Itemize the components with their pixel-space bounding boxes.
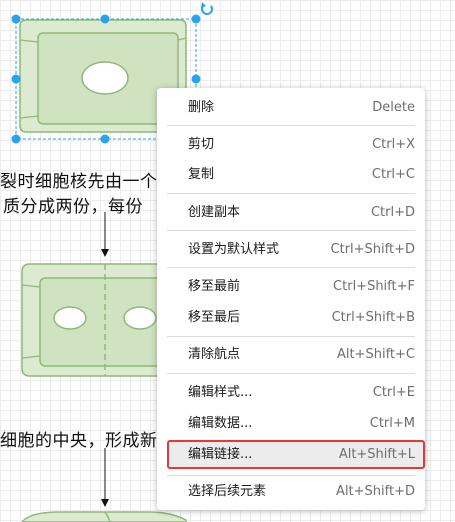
menu-item-bring-to-front[interactable]: 移至最前 Ctrl+Shift+F	[157, 273, 425, 300]
menu-item-clear-waypoints[interactable]: 清除航点 Alt+Shift+C	[157, 341, 425, 368]
menu-item-label: 剪切	[188, 137, 215, 152]
menu-item-label: 选择后续元素	[188, 484, 267, 499]
menu-item-label: 清除航点	[188, 347, 241, 362]
menu-item-shortcut: Ctrl+M	[369, 416, 415, 431]
menu-item-copy[interactable]: 复制 Ctrl+C	[157, 161, 425, 188]
caption-text-2: 质分成两份，每份	[3, 197, 143, 217]
menu-item-send-to-back[interactable]: 移至最后 Ctrl+Shift+B	[157, 304, 425, 331]
menu-item-shortcut: Ctrl+D	[370, 205, 415, 220]
menu-item-label: 编辑数据...	[188, 416, 253, 431]
menu-separator	[167, 230, 415, 231]
context-menu: 删除 Delete 剪切 Ctrl+X 复制 Ctrl+C 创建副本 Ctrl+…	[157, 88, 425, 510]
caption-text-3: 细胞的中央，形成新	[0, 431, 158, 451]
menu-separator	[167, 193, 415, 194]
menu-item-select-successors[interactable]: 选择后续元素 Alt+Shift+D	[157, 478, 425, 505]
menu-item-label: 编辑样式...	[188, 385, 253, 400]
menu-item-set-default-style[interactable]: 设置为默认样式 Ctrl+Shift+D	[157, 236, 425, 263]
menu-separator	[167, 475, 415, 476]
menu-item-shortcut: Alt+Shift+C	[336, 347, 415, 362]
menu-item-shortcut: Ctrl+Shift+F	[333, 279, 415, 294]
menu-separator	[167, 373, 415, 374]
menu-item-shortcut: Alt+Shift+D	[336, 484, 415, 499]
menu-item-label: 移至最前	[188, 279, 241, 294]
rotate-icon[interactable]	[201, 2, 213, 15]
arrow-down-icon	[101, 212, 109, 257]
menu-item-shortcut: Ctrl+E	[372, 385, 415, 400]
menu-item-edit-style[interactable]: 编辑样式... Ctrl+E	[157, 379, 425, 406]
menu-item-label: 删除	[188, 100, 215, 115]
caption-text-1: 裂时细胞核先由一个	[0, 172, 158, 192]
menu-item-duplicate[interactable]: 创建副本 Ctrl+D	[157, 199, 425, 226]
menu-item-edit-data[interactable]: 编辑数据... Ctrl+M	[157, 410, 425, 437]
highlight-box	[167, 440, 425, 469]
menu-item-shortcut: Ctrl+C	[371, 167, 415, 182]
menu-item-label: 设置为默认样式	[188, 242, 280, 257]
menu-item-label: 创建副本	[188, 205, 241, 220]
arrow-down-icon	[101, 448, 109, 507]
menu-item-label: 移至最后	[188, 310, 241, 325]
menu-item-shortcut: Delete	[372, 100, 415, 115]
menu-item-delete[interactable]: 删除 Delete	[157, 94, 425, 121]
menu-separator	[167, 125, 415, 126]
cell-shape-3[interactable]	[21, 511, 187, 522]
menu-separator	[167, 336, 415, 337]
menu-item-shortcut: Ctrl+Shift+B	[331, 310, 415, 325]
menu-separator	[167, 267, 415, 268]
menu-item-cut[interactable]: 剪切 Ctrl+X	[157, 131, 425, 158]
menu-item-label: 复制	[188, 167, 215, 182]
menu-item-shortcut: Ctrl+Shift+D	[330, 242, 415, 257]
menu-item-shortcut: Ctrl+X	[372, 137, 415, 152]
